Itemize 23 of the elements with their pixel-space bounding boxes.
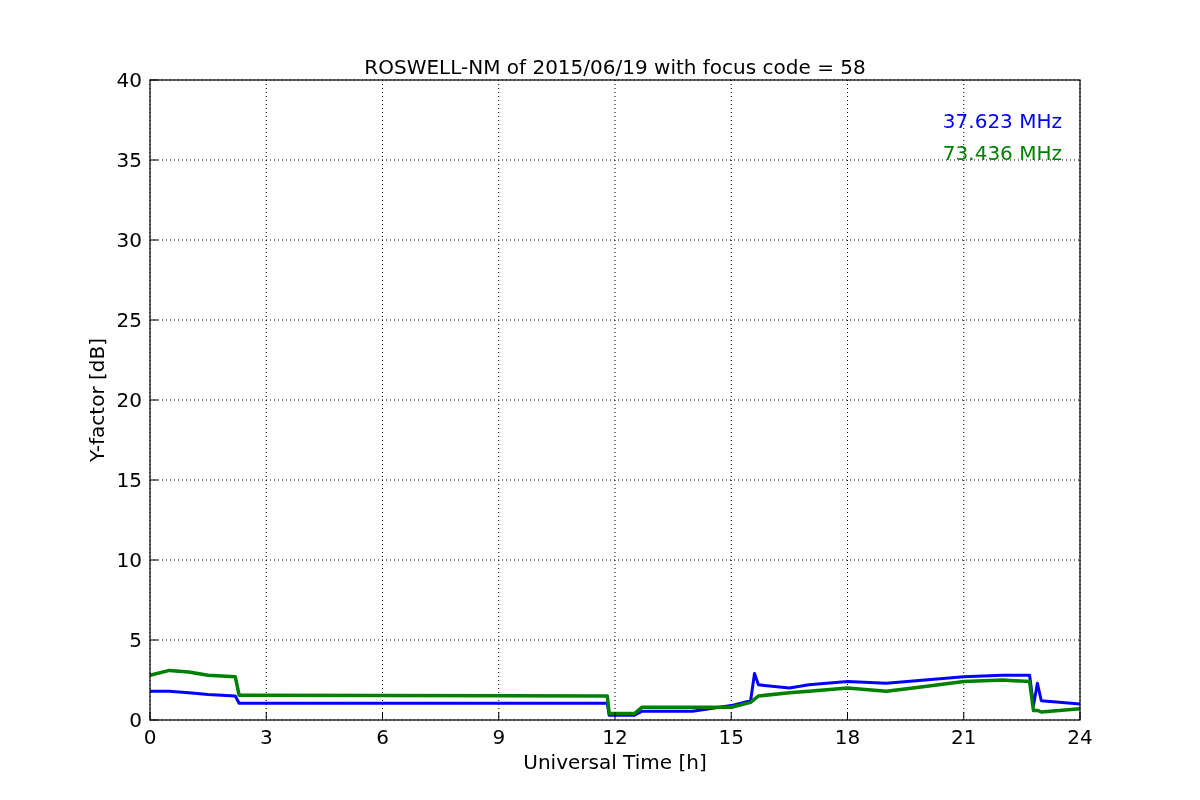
x-tick-label: 6	[376, 725, 389, 749]
x-tick-label: 21	[951, 725, 977, 749]
legend-label: 73.436 MHz	[942, 141, 1062, 165]
x-tick-label: 9	[492, 725, 506, 749]
x-tick-label: 18	[834, 725, 861, 749]
x-tick-label: 3	[259, 725, 273, 749]
y-tick-label: 20	[116, 388, 142, 412]
x-tick-label: 0	[143, 725, 157, 749]
x-tick-label: 12	[602, 725, 628, 749]
y-tick-label: 15	[116, 468, 142, 492]
x-tick-label: 15	[718, 725, 744, 749]
y-tick-label: 30	[116, 228, 142, 252]
x-axis-label: Universal Time [h]	[523, 750, 707, 774]
y-axis-label: Y-factor [dB]	[85, 338, 109, 462]
x-tick-label: 24	[1067, 725, 1093, 749]
chart-title: ROSWELL-NM of 2015/06/19 with focus code = 58	[364, 55, 866, 79]
y-tick-label: 0	[129, 708, 142, 732]
y-tick-label: 25	[116, 308, 142, 332]
y-tick-label: 5	[129, 628, 142, 652]
y-tick-label: 35	[116, 148, 142, 172]
y-tick-label: 10	[116, 548, 142, 572]
y-tick-label: 40	[116, 68, 142, 92]
legend-label: 37.623 MHz	[942, 109, 1062, 133]
